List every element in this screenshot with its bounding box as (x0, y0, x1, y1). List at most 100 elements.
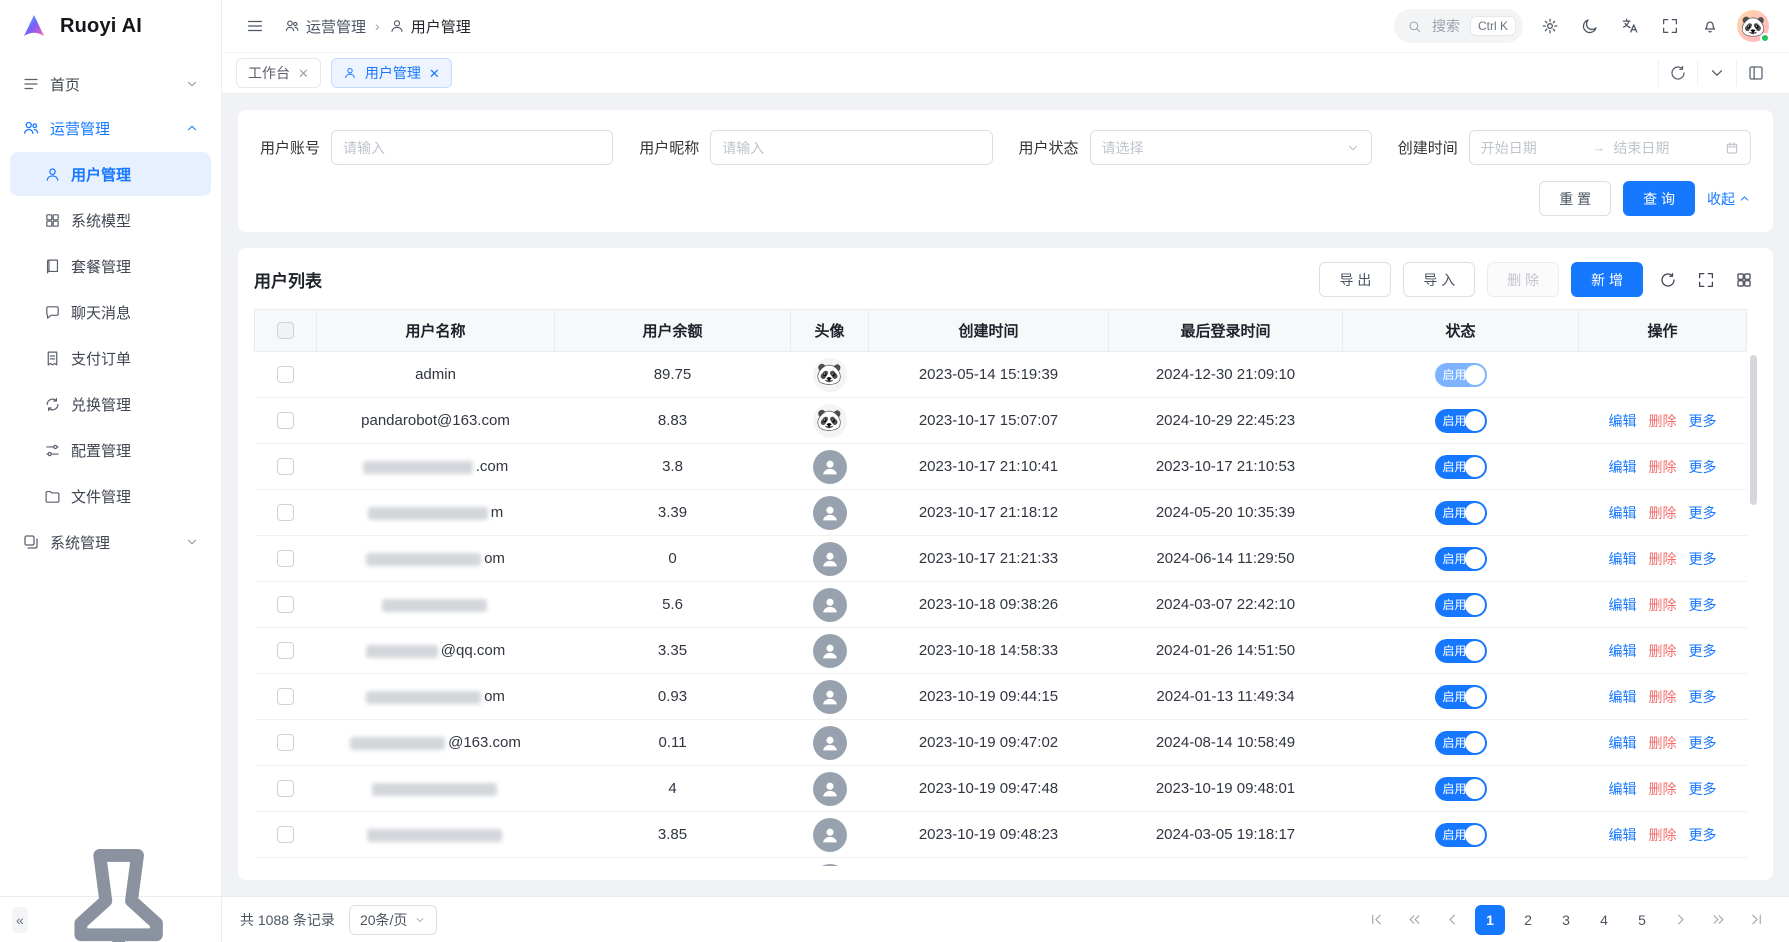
status-toggle[interactable]: 启用 (1435, 455, 1487, 479)
row-checkbox[interactable] (277, 780, 294, 797)
query-button[interactable]: 查 询 (1623, 181, 1695, 216)
status-toggle[interactable]: 启用 (1435, 823, 1487, 847)
tab-user-management[interactable]: 用户管理 ✕ (331, 58, 452, 88)
account-input[interactable] (331, 130, 613, 165)
edit-link[interactable]: 编辑 (1609, 505, 1637, 521)
status-toggle[interactable]: 启用 (1435, 409, 1487, 433)
edit-link[interactable]: 编辑 (1609, 597, 1637, 613)
delete-link[interactable]: 删除 (1649, 505, 1677, 521)
status-toggle[interactable]: 启用 (1435, 363, 1487, 387)
end-date-input[interactable] (1613, 140, 1717, 156)
more-link[interactable]: 更多 (1689, 735, 1717, 751)
reset-button[interactable]: 重 置 (1539, 181, 1611, 216)
page-button-3[interactable]: 3 (1551, 905, 1581, 935)
sidebar-item-packages[interactable]: 套餐管理 (10, 244, 211, 288)
more-link[interactable]: 更多 (1689, 551, 1717, 567)
row-checkbox[interactable] (277, 366, 294, 383)
edit-link[interactable]: 编辑 (1609, 735, 1637, 751)
edit-link[interactable]: 编辑 (1609, 551, 1637, 567)
sidebar-item-users[interactable]: 用户管理 (10, 152, 211, 196)
column-settings-button[interactable] (1731, 267, 1757, 293)
more-link[interactable]: 更多 (1689, 413, 1717, 429)
nickname-input[interactable] (710, 130, 992, 165)
last-page-button[interactable] (1741, 905, 1771, 935)
tab-workbench[interactable]: 工作台 ✕ (236, 58, 321, 88)
sidebar-item-config[interactable]: 配置管理 (10, 428, 211, 472)
more-link[interactable]: 更多 (1689, 459, 1717, 475)
more-link[interactable]: 更多 (1689, 643, 1717, 659)
page-button-2[interactable]: 2 (1513, 905, 1543, 935)
more-link[interactable]: 更多 (1689, 505, 1717, 521)
prev-page-button[interactable] (1437, 905, 1467, 935)
status-toggle[interactable]: 启用 (1435, 639, 1487, 663)
status-select[interactable]: 请选择 (1090, 130, 1372, 165)
prev-10-pages-button[interactable] (1399, 905, 1429, 935)
user-avatar[interactable]: 🐼 (1737, 10, 1769, 42)
delete-link[interactable]: 删除 (1649, 597, 1677, 613)
row-checkbox[interactable] (277, 550, 294, 567)
sidebar-item-chat[interactable]: 聊天消息 (10, 290, 211, 334)
more-link[interactable]: 更多 (1689, 597, 1717, 613)
sidebar-item-orders[interactable]: 支付订单 (10, 336, 211, 380)
expand-table-button[interactable] (1693, 267, 1719, 293)
settings-button[interactable] (1537, 13, 1563, 39)
page-size-select[interactable]: 20条/页 (349, 905, 437, 935)
created-daterange[interactable]: → (1469, 130, 1751, 165)
close-icon[interactable]: ✕ (298, 67, 309, 80)
row-checkbox[interactable] (277, 826, 294, 843)
pin-icon[interactable] (28, 829, 209, 942)
status-toggle[interactable]: 启用 (1435, 593, 1487, 617)
edit-link[interactable]: 编辑 (1609, 689, 1637, 705)
breadcrumb-item-operations[interactable]: 运营管理 (284, 16, 366, 37)
edit-link[interactable]: 编辑 (1609, 781, 1637, 797)
refresh-tab-button[interactable] (1658, 60, 1697, 86)
layout-toggle-button[interactable] (1736, 60, 1775, 86)
global-search-button[interactable]: 搜索 Ctrl K (1394, 9, 1523, 43)
delete-link[interactable]: 删除 (1649, 827, 1677, 843)
delete-link[interactable]: 删除 (1649, 781, 1677, 797)
edit-link[interactable]: 编辑 (1609, 413, 1637, 429)
sidebar-item-files[interactable]: 文件管理 (10, 474, 211, 518)
collapse-filter-link[interactable]: 收起 (1707, 189, 1751, 209)
row-checkbox[interactable] (277, 734, 294, 751)
sidebar-item-models[interactable]: 系统模型 (10, 198, 211, 242)
language-button[interactable] (1617, 13, 1643, 39)
delete-link[interactable]: 删除 (1649, 551, 1677, 567)
menu-toggle-button[interactable] (242, 13, 268, 39)
page-button-4[interactable]: 4 (1589, 905, 1619, 935)
row-checkbox[interactable] (277, 596, 294, 613)
fullscreen-button[interactable] (1657, 13, 1683, 39)
delete-link[interactable]: 删除 (1649, 459, 1677, 475)
import-button[interactable]: 导 入 (1403, 262, 1475, 297)
delete-link[interactable]: 删除 (1649, 413, 1677, 429)
row-checkbox[interactable] (277, 642, 294, 659)
more-link[interactable]: 更多 (1689, 827, 1717, 843)
status-toggle[interactable]: 启用 (1435, 731, 1487, 755)
delete-link[interactable]: 删除 (1649, 643, 1677, 659)
close-icon[interactable]: ✕ (429, 67, 440, 80)
status-toggle[interactable]: 启用 (1435, 501, 1487, 525)
export-button[interactable]: 导 出 (1319, 262, 1391, 297)
delete-link[interactable]: 删除 (1649, 689, 1677, 705)
delete-link[interactable]: 删除 (1649, 735, 1677, 751)
refresh-list-button[interactable] (1655, 267, 1681, 293)
more-link[interactable]: 更多 (1689, 781, 1717, 797)
table-scrollbar[interactable] (1750, 351, 1757, 866)
next-page-button[interactable] (1665, 905, 1695, 935)
edit-link[interactable]: 编辑 (1609, 643, 1637, 659)
next-10-pages-button[interactable] (1703, 905, 1733, 935)
scrollbar-thumb[interactable] (1750, 355, 1757, 505)
sidebar-group-operations[interactable]: 运营管理 (10, 106, 211, 150)
sidebar-item-home[interactable]: 首页 (10, 62, 211, 106)
notifications-button[interactable] (1697, 13, 1723, 39)
row-checkbox[interactable] (277, 458, 294, 475)
row-checkbox[interactable] (277, 688, 294, 705)
tab-options-button[interactable] (1697, 60, 1736, 86)
select-all-checkbox[interactable] (277, 322, 294, 339)
status-toggle[interactable]: 启用 (1435, 777, 1487, 801)
row-checkbox[interactable] (277, 504, 294, 521)
page-button-1[interactable]: 1 (1475, 905, 1505, 935)
edit-link[interactable]: 编辑 (1609, 459, 1637, 475)
edit-link[interactable]: 编辑 (1609, 827, 1637, 843)
status-toggle[interactable]: 启用 (1435, 685, 1487, 709)
